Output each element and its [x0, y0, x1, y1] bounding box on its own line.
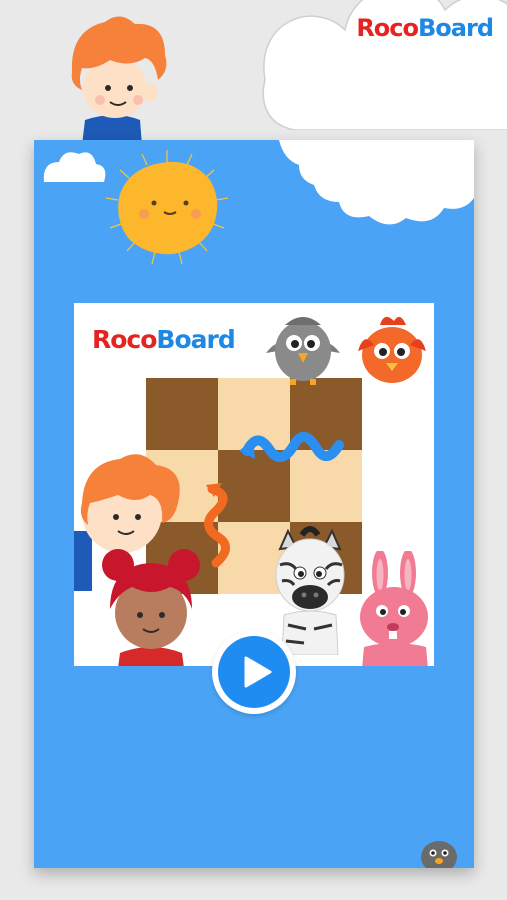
main-card: RocoBoard [34, 140, 474, 868]
pink-rabbit-character [360, 551, 428, 666]
board-cell [146, 378, 218, 450]
brand-logo: RocoBoard [356, 14, 494, 42]
play-button-fill [218, 636, 290, 708]
brand-logo-roco: Roco [356, 14, 419, 42]
brand-logo-board: Board [418, 14, 494, 42]
poster-brand-roco: Roco [92, 325, 157, 354]
poster-brand-board: Board [156, 325, 235, 354]
card-clouds-decoration [43, 140, 474, 225]
play-button[interactable] [212, 630, 296, 714]
orange-bird-character [358, 316, 426, 383]
blue-path-arrow [239, 432, 344, 462]
play-icon [244, 656, 272, 688]
poster-brand-logo: RocoBoard [92, 325, 236, 354]
poster-girl-character [102, 549, 200, 666]
grey-bird-character [266, 317, 340, 385]
game-poster: RocoBoard [74, 303, 434, 666]
corner-mole-character [421, 841, 457, 868]
boy-character [71, 16, 167, 145]
sun-character [105, 150, 229, 265]
